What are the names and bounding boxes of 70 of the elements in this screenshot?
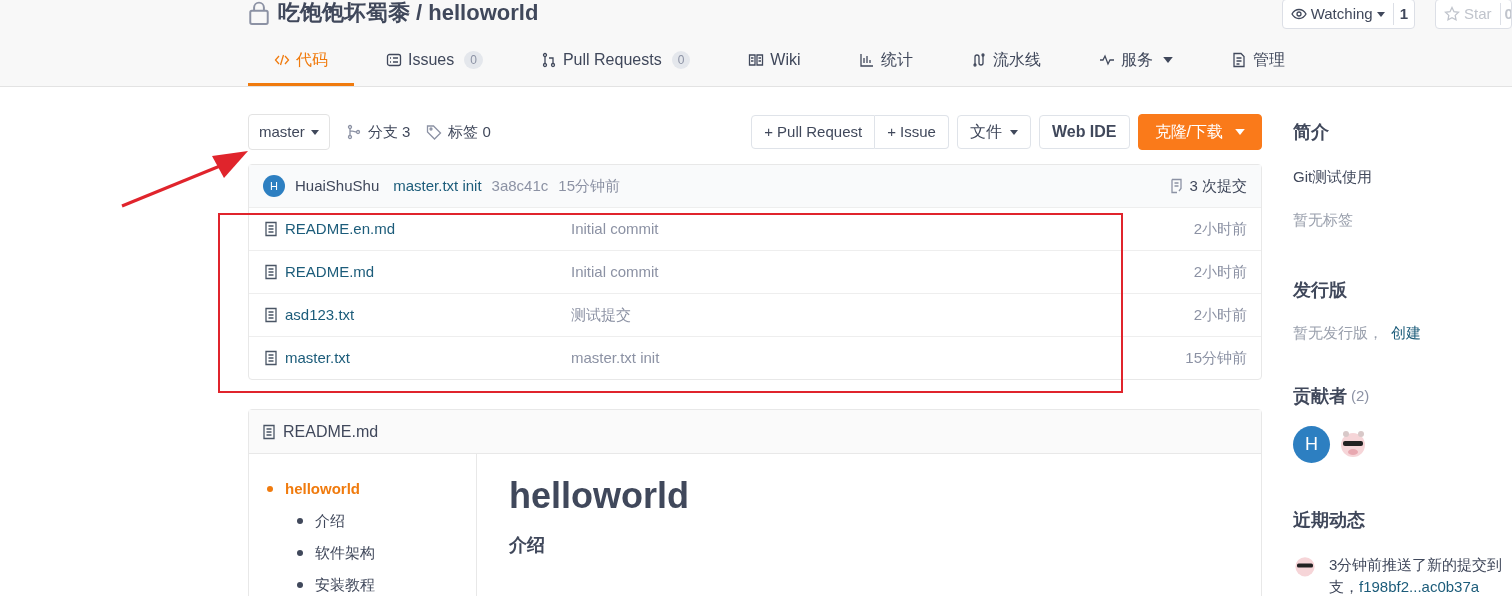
file-time: 2小时前 bbox=[1193, 261, 1247, 282]
branch-icon bbox=[345, 124, 362, 140]
toolbar-button[interactable]: 文件 bbox=[956, 115, 1031, 149]
nav-tab[interactable]: 管理 bbox=[1204, 36, 1311, 86]
watch-button[interactable]: Watching 1 bbox=[1281, 0, 1415, 29]
commit-time: 15分钟前 bbox=[558, 175, 620, 196]
toolbar-button[interactable]: + Issue bbox=[875, 115, 949, 149]
nav-tab[interactable]: Issues 0 bbox=[360, 36, 509, 86]
commit-range-link[interactable]: f198bf2...ac0b37a bbox=[1359, 577, 1480, 595]
caret-icon bbox=[1376, 11, 1385, 17]
toc-link[interactable]: 安装教程 bbox=[315, 574, 375, 596]
activity-text: 3分钟前推送了新的提交到支，f198bf2...ac0b37a bbox=[1329, 554, 1504, 596]
create-release-link[interactable]: 创建 bbox=[1391, 322, 1421, 345]
nav-tab[interactable]: 服务 bbox=[1072, 36, 1199, 86]
file-time: 2小时前 bbox=[1193, 218, 1247, 239]
branches-link[interactable]: 分支 3 bbox=[345, 120, 411, 144]
watch-label: Watching bbox=[1310, 3, 1373, 24]
document-icon bbox=[1230, 51, 1247, 68]
file-icon bbox=[263, 221, 279, 237]
file-link[interactable]: README.md bbox=[285, 260, 375, 284]
caret-icon bbox=[1009, 129, 1018, 135]
pull-request-icon bbox=[540, 51, 557, 68]
star-label: Star bbox=[1464, 3, 1492, 24]
file-link[interactable]: asd123.txt bbox=[285, 303, 355, 327]
caret-icon bbox=[1235, 129, 1245, 135]
nav-tab[interactable]: 统计 bbox=[832, 36, 939, 86]
section-title: 近期动态 bbox=[1293, 508, 1366, 532]
no-tags-text: 暂无标签 bbox=[1293, 209, 1354, 230]
nav-tab[interactable]: Wiki bbox=[722, 36, 827, 86]
repo-description: Git测试使用 bbox=[1293, 167, 1374, 187]
avatar-icon: H bbox=[263, 175, 285, 197]
toc-link[interactable]: 软件架构 bbox=[315, 542, 375, 564]
file-time: 15分钟前 bbox=[1185, 347, 1247, 368]
section-title: 发行版 bbox=[1293, 279, 1348, 302]
bar-chart-icon bbox=[858, 51, 875, 68]
author-link[interactable]: HuaiShuShu bbox=[295, 174, 380, 198]
file-icon bbox=[261, 423, 277, 440]
star-icon bbox=[1444, 6, 1460, 22]
nav-tab[interactable]: Pull Requests 0 bbox=[514, 36, 717, 86]
count-badge: 0 bbox=[464, 50, 483, 69]
count-badge: 0 bbox=[671, 50, 691, 69]
repo-title: 吃饱饱坏蜀黍 / helloworld bbox=[278, 0, 539, 27]
file-icon bbox=[263, 350, 279, 366]
book-icon bbox=[748, 51, 765, 68]
readme-heading: helloworld bbox=[509, 474, 689, 518]
toolbar-button[interactable]: + Pull Request bbox=[751, 115, 876, 149]
contributor-avatar[interactable]: H bbox=[1293, 425, 1330, 463]
toc-link[interactable]: 介绍 bbox=[315, 510, 345, 532]
watch-count: 1 bbox=[1392, 2, 1414, 26]
file-icon bbox=[263, 264, 279, 280]
tag-icon bbox=[426, 124, 443, 140]
tags-link[interactable]: 标签 0 bbox=[426, 120, 491, 144]
file-link[interactable]: master.txt bbox=[285, 346, 351, 370]
readme-subheading: 介绍 bbox=[509, 534, 546, 557]
toolbar-button[interactable]: Web IDE bbox=[1038, 115, 1130, 149]
section-title: 贡献者 bbox=[1293, 384, 1347, 408]
commits-link[interactable]: 3 次提交 bbox=[1169, 174, 1247, 198]
checklist-icon bbox=[386, 51, 402, 68]
nav-tab[interactable]: 流水线 bbox=[944, 36, 1067, 86]
eye-icon bbox=[1290, 6, 1307, 22]
file-icon bbox=[263, 307, 279, 323]
file-link[interactable]: README.en.md bbox=[285, 217, 396, 241]
branch-dropdown[interactable]: master bbox=[248, 114, 330, 150]
no-release-text: 暂无发行版， bbox=[1293, 323, 1383, 343]
file-time: 2小时前 bbox=[1193, 304, 1247, 325]
section-title: 简介 bbox=[1293, 121, 1330, 144]
commit-message-link[interactable]: master.txt init bbox=[393, 174, 482, 198]
caret-icon bbox=[310, 129, 319, 135]
contributors-count: (2) bbox=[1351, 385, 1370, 406]
readme-filename: README.md bbox=[283, 421, 379, 442]
